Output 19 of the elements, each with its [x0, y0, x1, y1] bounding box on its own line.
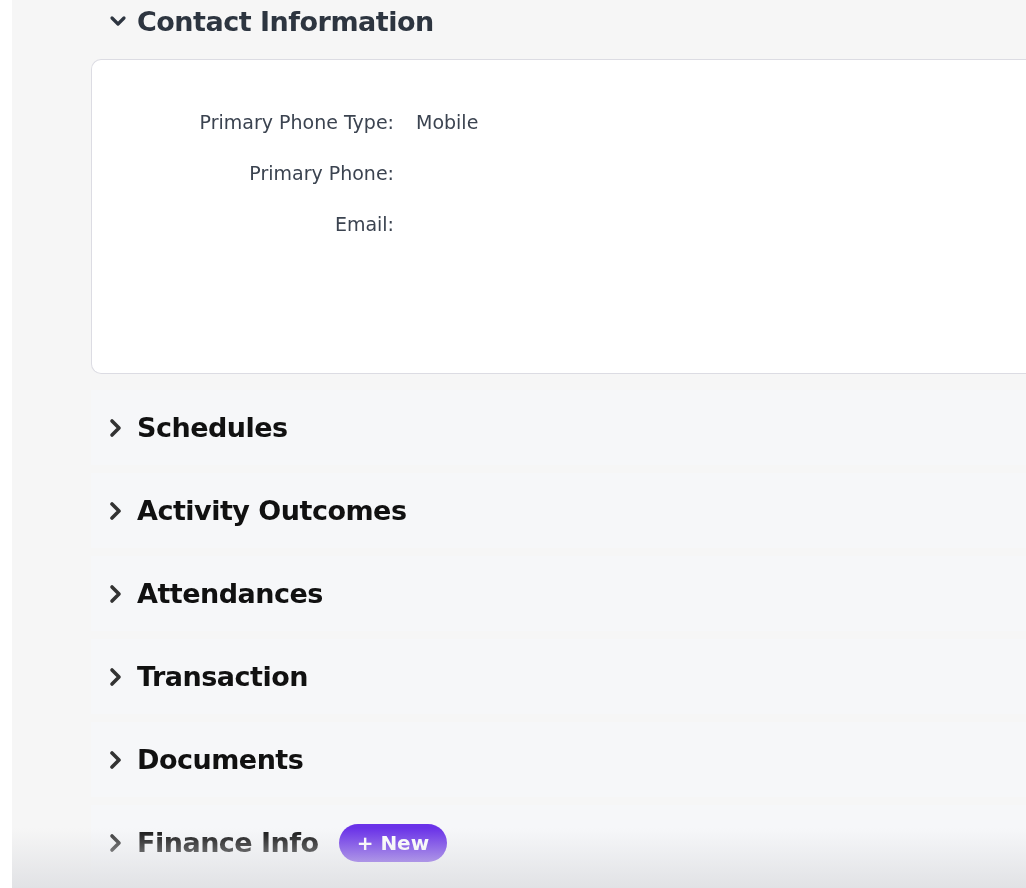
section-title[interactable]: Schedules [137, 412, 288, 443]
chevron-right-icon[interactable] [109, 500, 123, 521]
chevron-right-icon[interactable] [109, 832, 123, 853]
new-button[interactable]: + New [338, 823, 448, 862]
section-title[interactable]: Documents [137, 744, 304, 775]
field-label: Primary Phone Type: [198, 110, 394, 134]
field-label: Primary Phone: [248, 161, 394, 185]
chevron-down-icon[interactable] [109, 15, 127, 27]
chevron-right-icon[interactable] [109, 666, 123, 687]
chevron-right-icon[interactable] [109, 749, 123, 770]
section-title[interactable]: Transaction [137, 661, 308, 692]
chevron-right-icon[interactable] [109, 583, 123, 604]
section-title[interactable]: Activity Outcomes [137, 495, 407, 526]
section-title[interactable]: Attendances [137, 578, 323, 609]
section-title[interactable]: Finance Info [137, 827, 319, 858]
field-label: Email: [333, 212, 394, 236]
field-value: Mobile [416, 110, 480, 134]
chevron-right-icon[interactable] [109, 417, 123, 438]
section-title[interactable]: Contact Information [137, 5, 434, 37]
